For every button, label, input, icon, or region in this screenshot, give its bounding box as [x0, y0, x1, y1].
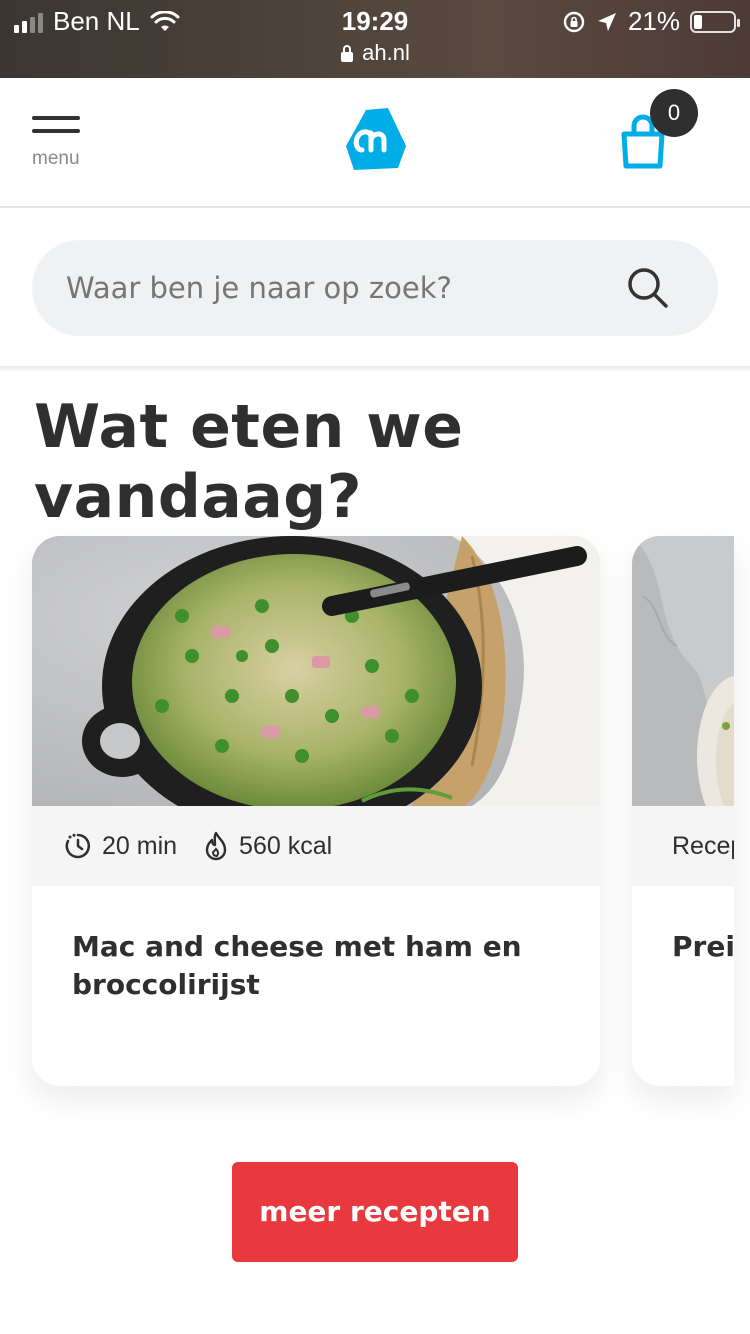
- menu-label: menu: [32, 148, 80, 169]
- flame-icon: [205, 831, 227, 861]
- hamburger-bar: [32, 129, 80, 133]
- battery-percent: 21%: [627, 6, 680, 36]
- search-bar: [32, 240, 718, 336]
- recipe-card[interactable]: Recep Preil: [632, 536, 734, 1086]
- lock-icon: [341, 45, 354, 62]
- more-recipes-button[interactable]: meer recepten: [232, 1162, 518, 1262]
- recipe-kcal: 560 kcal: [203, 831, 332, 861]
- rotation-lock-icon: [563, 11, 585, 32]
- recipe-meta: Recep: [632, 806, 734, 886]
- hamburger-icon: [32, 116, 80, 120]
- recipe-title[interactable]: Preil: [672, 928, 734, 966]
- status-bar: Ben NL 19:29 ah.nl 21%: [0, 0, 750, 78]
- menu-button[interactable]: menu: [32, 116, 82, 172]
- status-right: 21%: [562, 6, 740, 37]
- recipe-time: 20 min: [64, 832, 177, 861]
- recipe-image: [632, 536, 734, 806]
- recipe-image: [32, 536, 600, 806]
- location-icon: [597, 12, 616, 31]
- header-shadow: [0, 366, 750, 372]
- recipe-meta: 20 min 560 kcal: [32, 806, 600, 886]
- battery-icon: [690, 10, 740, 33]
- recipe-title[interactable]: Mac and cheese met ham en broccolirijst: [72, 928, 552, 1004]
- search-icon[interactable]: [626, 266, 670, 310]
- url-bar[interactable]: ah.nl: [0, 40, 750, 66]
- timer-icon: [65, 833, 91, 859]
- ah-logo-icon[interactable]: [344, 106, 408, 172]
- search-input[interactable]: [66, 240, 626, 336]
- recipe-card[interactable]: 20 min 560 kcal Mac and cheese met ham e…: [32, 536, 600, 1086]
- recipe-meta-label: Recep: [672, 831, 734, 860]
- url-text: ah.nl: [362, 40, 410, 65]
- recipe-kcal-label: 560 kcal: [239, 831, 333, 860]
- section-title: Wat eten we vandaag?: [34, 392, 464, 532]
- cart-count-badge: 0: [650, 89, 698, 137]
- recipe-time-label: 20 min: [102, 831, 178, 860]
